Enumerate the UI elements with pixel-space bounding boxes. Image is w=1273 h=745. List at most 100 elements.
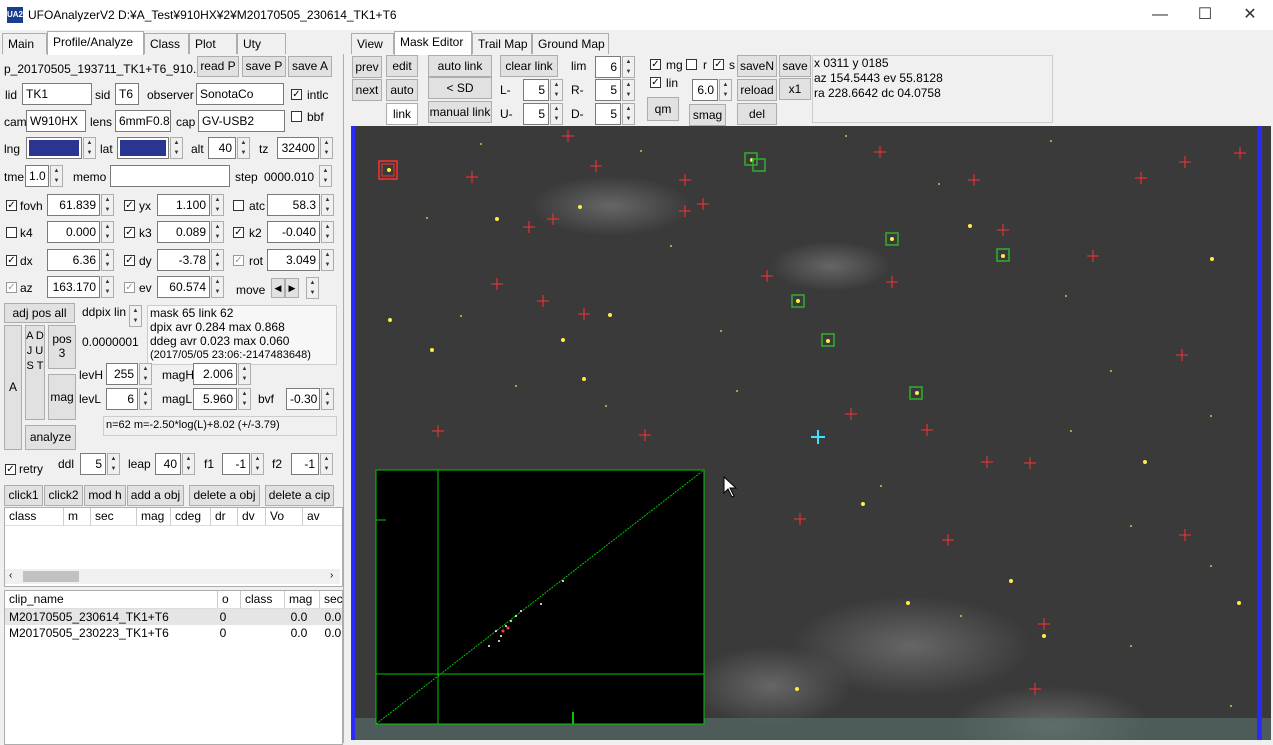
lin-value-spinner[interactable]: ▲ ▼ [719,79,732,101]
sky-image-canvas[interactable] [351,126,1271,740]
alt-spinner[interactable]: ▲ ▼ [237,137,250,159]
mod-h-button[interactable]: mod h [84,485,126,506]
column-header[interactable]: m [64,508,91,525]
tab-main[interactable]: Main [2,33,47,54]
column-header[interactable]: mag [137,508,171,525]
ev-input[interactable]: 60.574 [157,276,210,298]
l-minus-input[interactable]: 5 [523,79,549,101]
smag-button[interactable]: smag [689,104,726,126]
r-minus-input[interactable]: 5 [595,79,621,101]
ddpix-dropdown[interactable]: ▲ ▼ [129,305,142,327]
link-button[interactable]: link [386,103,418,125]
auto-button[interactable]: auto [386,79,418,101]
r-checkbox[interactable] [686,59,697,70]
auto-link-button[interactable]: auto link [428,55,492,77]
lin-checkbox[interactable]: ✓ [650,77,661,88]
click1-button[interactable]: click1 [4,485,43,506]
yx-checkbox[interactable]: ✓ [124,200,135,211]
tab-ground-map[interactable]: Ground Map [532,33,609,54]
f1-spinner[interactable]: ▲ ▼ [251,453,264,475]
next-button[interactable]: next [352,79,382,101]
sid-input[interactable]: T6 [115,83,139,105]
magl-input[interactable]: 5.960 [193,388,237,410]
ev-checkbox[interactable]: ✓ [124,282,135,293]
r-minus-spinner[interactable]: ▲ ▼ [622,79,635,101]
column-header[interactable]: cdeg [171,508,211,525]
tab-trail-map[interactable]: Trail Map [472,33,532,54]
yx-input[interactable]: 1.100 [157,194,210,216]
column-header[interactable]: class [5,508,64,525]
observer-input[interactable]: SonotaCo [196,83,284,105]
lim-spinner[interactable]: ▲ ▼ [622,56,635,78]
saven-button[interactable]: saveN [737,55,777,77]
column-header[interactable]: sec [91,508,137,525]
cap-input[interactable]: GV-USB2 [198,110,285,132]
dy-input[interactable]: -3.78 [157,249,210,271]
delete-cip-button[interactable]: delete a cip [265,485,334,506]
scroll-right-icon[interactable]: › [330,570,333,581]
k3-spinner[interactable]: ▲ ▼ [211,221,224,243]
dx-spinner[interactable]: ▲ ▼ [101,249,114,271]
k4-checkbox[interactable] [6,227,17,238]
intlc-checkbox[interactable]: ✓ [291,89,302,100]
k4-input[interactable]: 0.000 [47,221,100,243]
leap-spinner[interactable]: ▲ ▼ [182,453,195,475]
adj-pos-all-button[interactable]: adj pos all [4,303,75,323]
tab-mask-editor[interactable]: Mask Editor [394,31,472,55]
scroll-left-icon[interactable]: ‹ [9,570,12,581]
k2-spinner[interactable]: ▲ ▼ [321,221,334,243]
k2-input[interactable]: -0.040 [267,221,320,243]
fovh-checkbox[interactable]: ✓ [6,200,17,211]
close-button[interactable]: ✕ [1227,0,1273,30]
k2-checkbox[interactable]: ✓ [233,227,244,238]
d-minus-input[interactable]: 5 [595,103,621,125]
move-right-button[interactable]: ▶ [285,278,299,298]
bvf-spinner[interactable]: ▲ ▼ [321,388,334,410]
tab-view[interactable]: View [351,33,394,54]
adjust-button[interactable]: A D J U S T [25,325,45,420]
tme-spinner[interactable]: ▲ ▼ [50,165,63,187]
atc-checkbox[interactable] [233,200,244,211]
tz-input[interactable]: 32400 [277,137,319,159]
step-spinner[interactable]: ▲ ▼ [319,165,332,187]
rot-spinner[interactable]: ▲ ▼ [321,249,334,271]
k3-input[interactable]: 0.089 [157,221,210,243]
magh-input[interactable]: 2.006 [193,363,237,385]
memo-input[interactable] [110,165,230,187]
f1-input[interactable]: -1 [222,453,250,475]
fovh-spinner[interactable]: ▲ ▼ [101,194,114,216]
magh-spinner[interactable]: ▲ ▼ [238,363,251,385]
lat-spinner[interactable]: ▲ ▼ [170,137,183,159]
bvf-input[interactable]: -0.30 [286,388,320,410]
tab-plot[interactable]: Plot [189,33,237,54]
minimize-button[interactable]: — [1137,0,1183,30]
click2-button[interactable]: click2 [44,485,83,506]
ev-spinner[interactable]: ▲ ▼ [211,276,224,298]
lng-input[interactable] [26,137,82,159]
lat-input[interactable] [117,137,169,159]
column-header[interactable]: av [303,508,340,525]
column-header[interactable]: o [218,591,241,608]
yx-spinner[interactable]: ▲ ▼ [211,194,224,216]
read-p-button[interactable]: read P [197,56,239,77]
dy-checkbox[interactable]: ✓ [124,255,135,266]
az-checkbox[interactable]: ✓ [6,282,17,293]
leap-input[interactable]: 40 [155,453,181,475]
atc-spinner[interactable]: ▲ ▼ [321,194,334,216]
dy-spinner[interactable]: ▲ ▼ [211,249,224,271]
d-minus-spinner[interactable]: ▲ ▼ [622,103,635,125]
f2-input[interactable]: -1 [291,453,319,475]
clear-link-button[interactable]: clear link [500,55,558,77]
add-obj-button[interactable]: add a obj [127,485,184,506]
k3-checkbox[interactable]: ✓ [124,227,135,238]
rot-checkbox[interactable]: ✓ [233,255,244,266]
dx-checkbox[interactable]: ✓ [6,255,17,266]
scrollbar-thumb[interactable] [23,571,79,582]
magl-spinner[interactable]: ▲ ▼ [238,388,251,410]
alt-input[interactable]: 40 [208,137,236,159]
clip-row[interactable]: M20170505_230223_TK1+T6 0 0.0 0.0 [5,625,342,641]
levh-spinner[interactable]: ▲ ▼ [139,363,152,385]
tab-uty[interactable]: Uty [237,33,286,54]
column-header[interactable]: mag [285,591,320,608]
levl-input[interactable]: 6 [106,388,138,410]
